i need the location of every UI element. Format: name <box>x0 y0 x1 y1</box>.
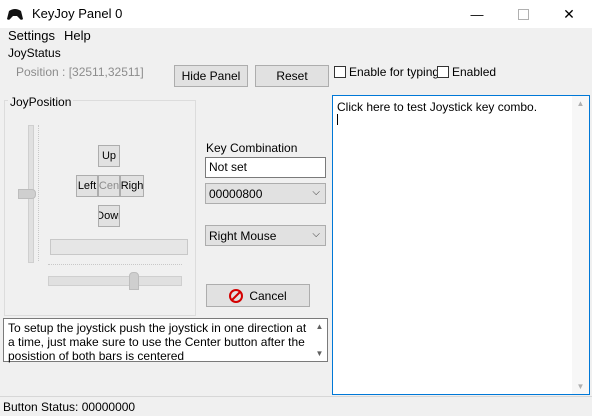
up-button[interactable]: Up <box>98 145 120 167</box>
vertical-slider-ticks <box>38 125 41 261</box>
vertical-slider-thumb[interactable] <box>18 189 36 199</box>
cancel-button[interactable]: Cancel <box>206 284 310 307</box>
text-caret <box>337 114 338 125</box>
enable-typing-label: Enable for typing <box>349 65 440 79</box>
status-bar: Button Status: 00000000 <box>0 396 592 416</box>
hide-panel-button[interactable]: Hide Panel <box>174 65 248 87</box>
joystick-app-icon <box>7 9 23 20</box>
right-button[interactable]: Righ <box>120 175 144 197</box>
cancel-icon <box>229 288 244 303</box>
mouse-button-select[interactable]: Right Mouse ⌵ <box>205 225 326 246</box>
scroll-up-arrow-icon[interactable]: ▲ <box>312 319 327 334</box>
cancel-label: Cancel <box>249 288 287 303</box>
scroll-up-arrow-icon[interactable]: ▲ <box>573 96 588 111</box>
enable-typing-checkbox[interactable] <box>334 66 346 78</box>
help-text-box[interactable]: To setup the joystick push the joystick … <box>3 318 328 363</box>
key-code-value: 00000800 <box>209 187 263 201</box>
horizontal-slider-thumb[interactable] <box>129 272 139 290</box>
test-area-text: Click here to test Joystick key combo. <box>337 100 538 114</box>
help-text: To setup the joystick push the joystick … <box>8 321 307 363</box>
reset-button[interactable]: Reset <box>255 65 329 87</box>
mouse-button-value: Right Mouse <box>209 229 277 243</box>
chevron-down-icon: ⌵ <box>312 187 320 198</box>
menu-settings[interactable]: Settings <box>8 28 55 43</box>
close-icon: ✕ <box>563 5 575 22</box>
enabled-checkbox[interactable] <box>437 66 449 78</box>
vertical-scrollbar[interactable]: ▲ ▼ <box>572 96 589 394</box>
joystatus-group-label: JoyStatus <box>8 46 61 60</box>
window-title: KeyJoy Panel 0 <box>32 6 123 21</box>
horizontal-slider-ticks <box>48 264 182 268</box>
joyposition-group-label: JoyPosition <box>8 95 74 109</box>
horizontal-slider-track <box>48 276 182 286</box>
key-code-select[interactable]: 00000800 ⌵ <box>205 183 326 204</box>
center-button[interactable]: Cen <box>98 175 120 197</box>
button-status-text: Button Status: 00000000 <box>3 400 136 414</box>
key-combination-label: Key Combination <box>206 141 298 155</box>
maximize-button[interactable] <box>500 0 546 28</box>
menu-help[interactable]: Help <box>64 28 91 43</box>
horizontal-progress-bar <box>50 239 188 255</box>
maximize-icon <box>517 8 529 20</box>
chevron-down-icon: ⌵ <box>312 229 320 240</box>
minimize-icon: — <box>470 6 484 22</box>
minimize-button[interactable]: — <box>454 0 500 28</box>
down-button[interactable]: Dowr <box>98 205 120 227</box>
close-button[interactable]: ✕ <box>546 0 592 28</box>
position-readout: Position : [32511,32511] <box>16 65 144 79</box>
test-key-combo-area[interactable]: Click here to test Joystick key combo. ▲… <box>332 95 590 395</box>
scroll-down-arrow-icon[interactable]: ▼ <box>573 379 588 394</box>
left-button[interactable]: Left <box>76 175 98 197</box>
scroll-down-arrow-icon[interactable]: ▼ <box>312 346 327 361</box>
enabled-label: Enabled <box>452 65 497 79</box>
key-combination-field[interactable]: Not set <box>205 157 326 178</box>
